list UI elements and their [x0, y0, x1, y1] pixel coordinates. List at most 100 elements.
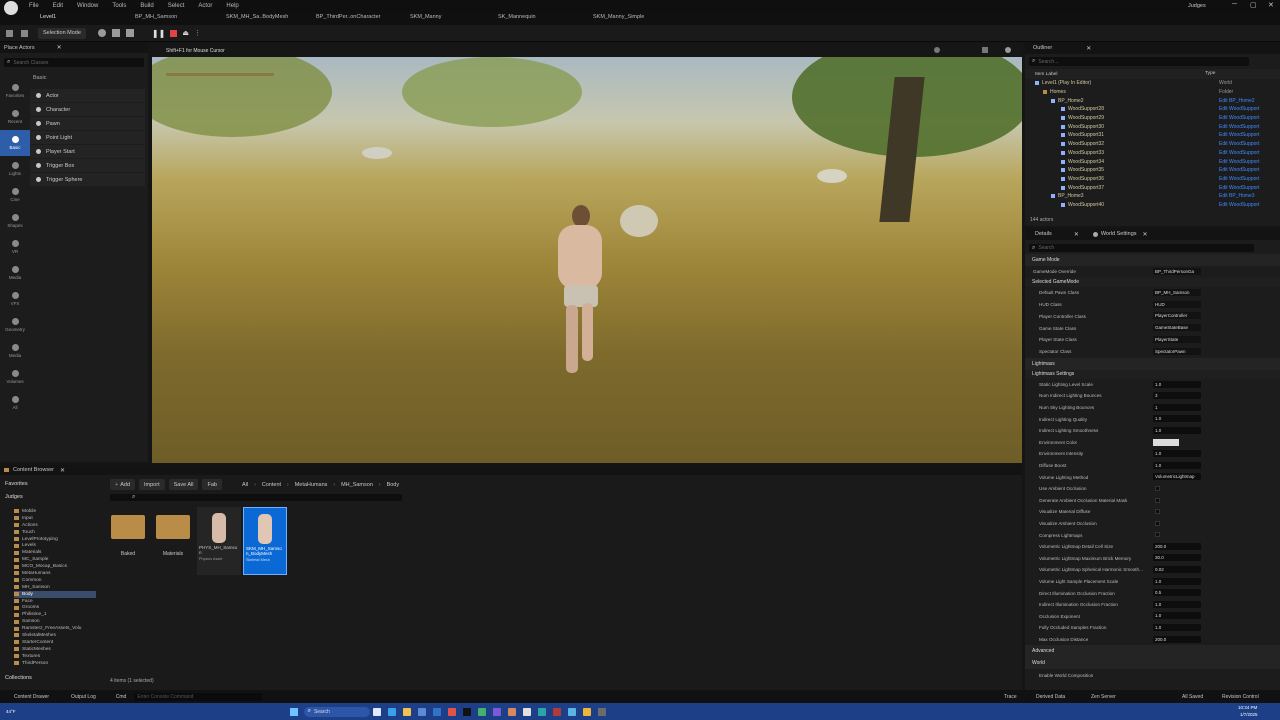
close-icon[interactable]: ✕: [1086, 45, 1091, 52]
value-field[interactable]: 1.0: [1153, 415, 1201, 423]
outliner-row[interactable]: BP_Home2 Edit BP_Home2: [1035, 96, 1280, 105]
actor-item-player-start[interactable]: Player Start: [30, 145, 145, 158]
menu-actor[interactable]: Actor: [198, 3, 212, 9]
edge-icon[interactable]: [388, 707, 397, 716]
outliner-item-type[interactable]: Edit WoodSupport: [1219, 185, 1260, 191]
unreal-logo-icon[interactable]: [4, 1, 18, 15]
collections-row[interactable]: Collections: [2, 673, 32, 683]
actor-item-trigger-sphere[interactable]: Trigger Sphere: [30, 173, 145, 186]
menu-tools[interactable]: Tools: [112, 3, 126, 9]
tab-world-settings[interactable]: World Settings: [1101, 231, 1137, 237]
col-item-label[interactable]: Item Label: [1035, 72, 1057, 77]
section-world[interactable]: World: [1025, 657, 1280, 670]
folder-tree-item[interactable]: MetaHumans: [14, 570, 96, 577]
tab-bp-thirdperson[interactable]: BP_ThirdPer..onCharacter: [316, 14, 381, 20]
outliner-row[interactable]: WoodSupport40 Edit WoodSupport: [1035, 201, 1280, 210]
outliner-item-type[interactable]: Edit WoodSupport: [1219, 115, 1260, 121]
breadcrumb-item[interactable]: Content: [262, 482, 281, 488]
outliner-item-type[interactable]: Edit WoodSupport: [1219, 124, 1260, 130]
asset-folder-baked[interactable]: Baked: [106, 507, 150, 575]
outliner-row[interactable]: Level1 (Play In Editor) World: [1035, 79, 1280, 88]
close-icon[interactable]: ✕: [57, 44, 62, 51]
settings-icon[interactable]: [1005, 47, 1011, 53]
menu-help[interactable]: Help: [226, 3, 238, 9]
windows-start-icon[interactable]: [289, 707, 298, 716]
value-field[interactable]: 1.0: [1153, 450, 1201, 458]
category-geometry[interactable]: Geometry: [0, 312, 30, 338]
outliner-item-type[interactable]: Edit WoodSupport: [1219, 106, 1260, 112]
menu-select[interactable]: Select: [168, 3, 185, 9]
folder-tree-item[interactable]: Ramsterz_FreeAssets_Volu: [14, 625, 96, 632]
close-icon[interactable]: ✕: [1143, 231, 1148, 238]
asset-physics[interactable]: PHYS_MH_Samson Physics Asset: [197, 507, 241, 575]
breadcrumb-item[interactable]: MetaHumans: [295, 482, 328, 488]
outliner-search[interactable]: ⌕ Search...: [1029, 57, 1249, 66]
camera-speed-icon[interactable]: [982, 47, 988, 53]
folder-tree-item[interactable]: Samson: [14, 618, 96, 625]
folder-tree-item[interactable]: LevelPrototyping: [14, 536, 96, 543]
folder-tree-item[interactable]: Body: [14, 590, 96, 598]
outliner-item-type[interactable]: Edit WoodSupport: [1219, 202, 1260, 208]
tab-skm-manny[interactable]: SKM_Manny: [410, 14, 442, 20]
zen-server-button[interactable]: Zen Server: [1091, 694, 1116, 700]
store-icon[interactable]: [418, 707, 427, 716]
actor-item-point-light[interactable]: Point Light: [30, 131, 145, 144]
category-volumes[interactable]: Volumes: [0, 364, 30, 390]
outliner-row[interactable]: WoodSupport28 Edit WoodSupport: [1035, 105, 1280, 114]
category-vfx[interactable]: VFX: [0, 286, 30, 312]
app-icon[interactable]: [538, 707, 547, 716]
value-field[interactable]: 1.0: [1153, 461, 1201, 469]
outliner-row[interactable]: WoodSupport31 Edit WoodSupport: [1035, 131, 1280, 140]
outliner-item-type[interactable]: Edit WoodSupport: [1219, 132, 1260, 138]
output-log-button[interactable]: Output Log: [71, 694, 96, 700]
value-field[interactable]: 1.0: [1153, 380, 1201, 388]
asset-folder-materials[interactable]: Materials: [151, 507, 195, 575]
menu-file[interactable]: File: [29, 3, 39, 9]
all-saved-status[interactable]: All Saved: [1182, 694, 1203, 700]
folder-tree-item[interactable]: Grooms: [14, 604, 96, 611]
app-icon[interactable]: [583, 707, 592, 716]
task-view-icon[interactable]: [373, 707, 382, 716]
folder-tree-item[interactable]: SkeletalMeshes: [14, 632, 96, 639]
app-icon[interactable]: [553, 707, 562, 716]
outliner-row[interactable]: BP_Home3 Edit BP_Home3: [1035, 192, 1280, 201]
outliner-row[interactable]: WoodSupport32 Edit WoodSupport: [1035, 140, 1280, 149]
checkbox[interactable]: [1155, 497, 1160, 503]
value-field[interactable]: 1: [1153, 403, 1201, 411]
category-media[interactable]: Media: [0, 260, 30, 286]
stop-icon[interactable]: [170, 29, 178, 37]
unreal-task-icon[interactable]: [463, 707, 472, 716]
taskbar-search[interactable]: ⌕ Search: [303, 706, 370, 717]
checkbox[interactable]: [1155, 509, 1160, 515]
cinematics-icon[interactable]: [125, 29, 134, 37]
class-dropdown[interactable]: GameStateBase: [1153, 324, 1201, 332]
value-field[interactable]: 0.5: [1153, 589, 1201, 597]
folder-tree-item[interactable]: Mobile: [14, 508, 96, 515]
tab-level1[interactable]: Level1: [40, 14, 56, 20]
app-icon[interactable]: [523, 707, 532, 716]
app-icon[interactable]: [598, 707, 607, 716]
folder-tree-item[interactable]: ThirdPerson: [14, 660, 96, 667]
revision-control-button[interactable]: Revision Control: [1222, 694, 1259, 700]
clock-date[interactable]: 1/7/2025: [1240, 712, 1258, 717]
value-field[interactable]: 1.0: [1153, 612, 1201, 620]
value-field[interactable]: VolumetricLightmap: [1153, 473, 1201, 481]
folder-tree-item[interactable]: MC_Sample: [14, 556, 96, 563]
class-dropdown[interactable]: PlayerState: [1153, 335, 1201, 343]
pause-icon[interactable]: ❚❚: [152, 29, 165, 38]
class-dropdown[interactable]: BP_MH_Samson: [1153, 288, 1201, 296]
outliner-item-type[interactable]: Edit BP_Home2: [1219, 98, 1255, 104]
value-field[interactable]: 1.0: [1153, 624, 1201, 632]
content-drawer-button[interactable]: Content Drawer: [14, 694, 49, 700]
cmd-dropdown[interactable]: Cmd: [116, 694, 127, 700]
menu-edit[interactable]: Edit: [53, 3, 63, 9]
minimize-icon[interactable]: ─: [1232, 1, 1237, 8]
mail-icon[interactable]: [433, 707, 442, 716]
section-lightmass-settings[interactable]: Lightmass Settings: [1025, 369, 1280, 379]
folder-tree-item[interactable]: Actions: [14, 522, 96, 529]
folder-tree-item[interactable]: StaticMeshes: [14, 646, 96, 653]
save-icon[interactable]: [6, 29, 13, 37]
asset-skeletal-mesh[interactable]: SKM_MH_Samson_BodyMesh Skeletal Mesh: [243, 507, 287, 575]
category-basic[interactable]: Basic: [0, 130, 30, 156]
close-icon[interactable]: ✕: [1074, 231, 1079, 238]
